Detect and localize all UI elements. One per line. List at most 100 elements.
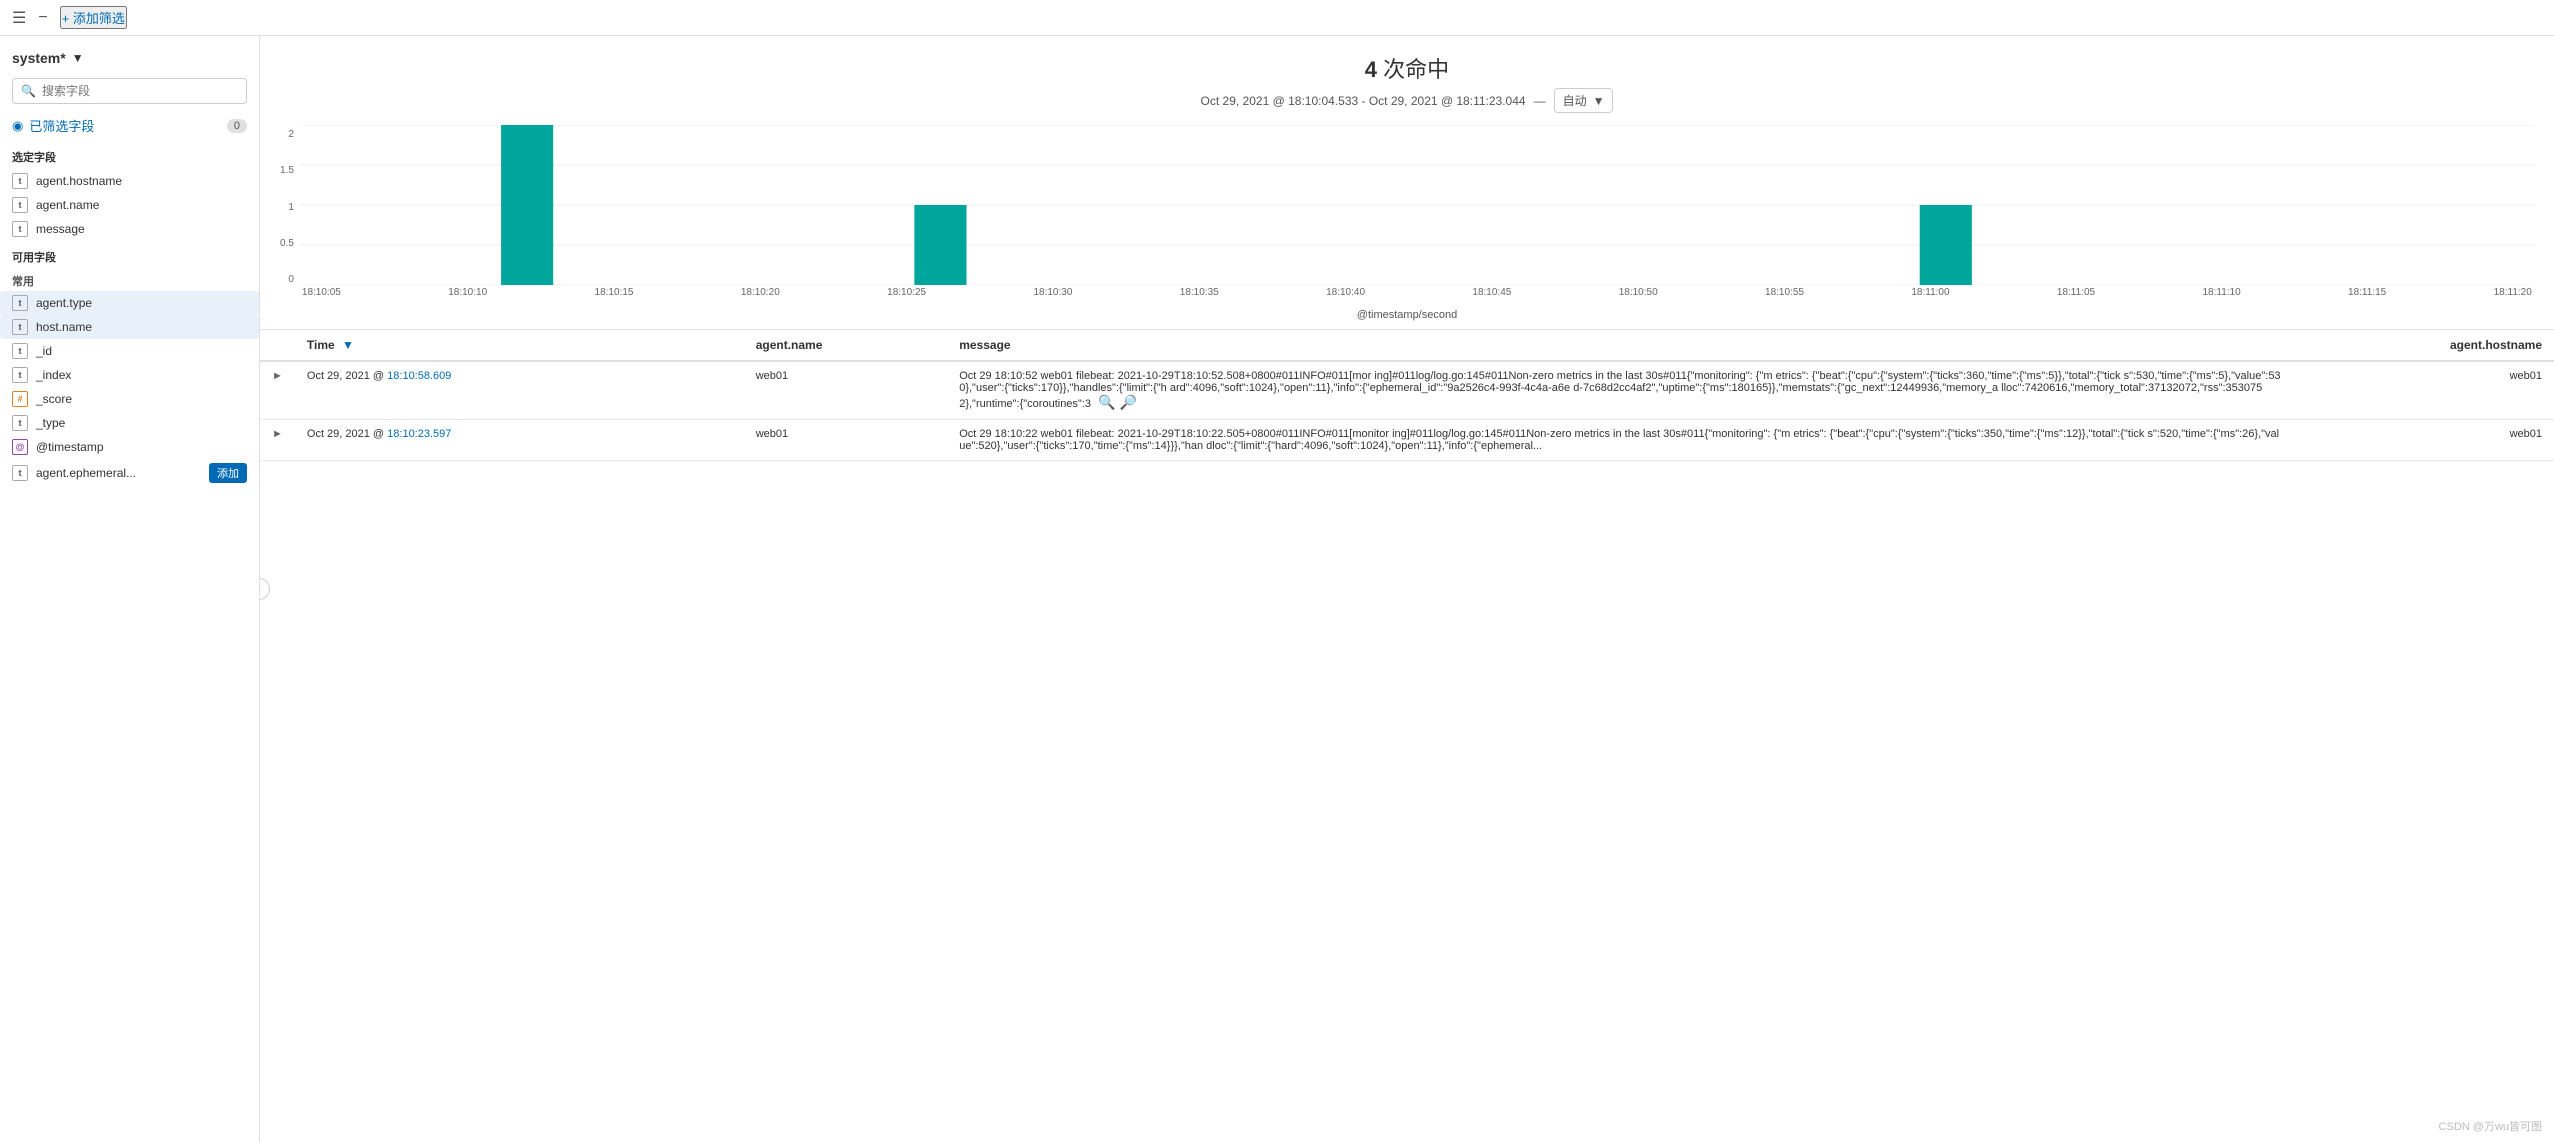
hostname-cell: web01 [2294,420,2554,461]
available-fields-label: 可用字段 [0,241,259,269]
minus-icon[interactable]: − [38,9,47,27]
field-item-agent-name[interactable]: t agent.name [0,193,259,217]
field-item-id[interactable]: t _id [0,339,259,363]
main-content: ‹ 4 次命中 Oct 29, 2021 @ 18:10:04.533 - Oc… [260,36,2554,1142]
selected-fields-list: t agent.hostname t agent.name t message [0,169,259,241]
filter-icon: ◉ [12,118,23,134]
field-item-score[interactable]: # _score [0,387,259,411]
field-item-agent-ephemeral[interactable]: t agent.ephemeral... 添加 [0,459,259,487]
field-item-type[interactable]: t _type [0,411,259,435]
filter-row[interactable]: ◉ 已筛选字段 0 [0,110,259,141]
sidebar: system* ▼ 🔍 ◉ 已筛选字段 0 选定字段 t agent.hostn… [0,36,260,1142]
chart-title: 4 次命中 [280,52,2534,84]
x-axis: 18:10:05 18:10:10 18:10:15 18:10:20 18:1… [300,287,2534,298]
field-label: host.name [36,320,92,334]
field-item-host-name[interactable]: t host.name [0,315,259,339]
field-item-timestamp[interactable]: @ @timestamp [0,435,259,459]
x-tick: 18:10:45 [1472,287,1511,298]
auto-selector[interactable]: 自动 ▼ [1554,88,1614,113]
system-label: system* [12,50,66,66]
chart-svg-container: 18:10:05 18:10:10 18:10:15 18:10:20 18:1… [300,125,2534,305]
table-header-row: Time ▼ agent.name message agent.hostname [260,330,2554,361]
chart-subtitle: Oct 29, 2021 @ 18:10:04.533 - Oct 29, 20… [280,88,2534,113]
results-table: Time ▼ agent.name message agent.hostname… [260,330,2554,461]
expand-cell[interactable]: ► [260,420,295,461]
field-type-t: t [12,221,28,237]
y-tick: 0 [288,274,294,285]
x-tick: 18:10:05 [302,287,341,298]
hits-count: 4 [1365,57,1377,82]
x-tick: 18:11:00 [1911,287,1949,298]
x-tick: 18:10:35 [1180,287,1219,298]
x-tick: 18:10:20 [741,287,780,298]
time-col-label: Time [307,338,335,352]
chart-x-label: @timestamp/second [280,309,2534,321]
field-label: agent.ephemeral... [36,466,136,480]
x-tick: 18:10:40 [1326,287,1365,298]
field-item-agent-hostname[interactable]: t agent.hostname [0,169,259,193]
top-bar: ☰ − + 添加筛选 [0,0,2554,36]
sort-icon[interactable]: ▼ [342,338,354,352]
x-tick: 18:10:10 [448,287,487,298]
hostname-cell: web01 [2294,361,2554,420]
hits-label: 次命中 [1383,57,1449,82]
system-selector[interactable]: system* ▼ [0,44,259,72]
y-tick: 1 [288,202,294,213]
x-tick: 18:10:15 [595,287,634,298]
message-cell: Oct 29 18:10:52 web01 filebeat: 2021-10-… [947,361,2293,420]
chart-area: 4 次命中 Oct 29, 2021 @ 18:10:04.533 - Oct … [260,36,2554,330]
y-tick: 2 [288,129,294,140]
hostname-col-header: agent.hostname [2294,330,2554,361]
menu-icon[interactable]: ☰ [12,8,26,28]
field-label: agent.hostname [36,174,122,188]
filter-count: 0 [227,119,247,133]
field-label: message [36,222,85,236]
field-type-hash: # [12,391,28,407]
row-icons: 🔍 🔎 [1098,394,1137,411]
dash: — [1534,94,1546,108]
table-area: Time ▼ agent.name message agent.hostname… [260,330,2554,1142]
main-layout: system* ▼ 🔍 ◉ 已筛选字段 0 选定字段 t agent.hostn… [0,36,2554,1142]
search-icon: 🔍 [21,84,36,98]
field-type-t: t [12,173,28,189]
filter-label: 已筛选字段 [29,116,94,135]
expand-cell[interactable]: ► [260,361,295,420]
chart-svg [300,125,2534,285]
timestamp-value: Oct 29, 2021 @ 18:10:23.597 [307,428,452,440]
add-filter-button[interactable]: + 添加筛选 [60,6,127,29]
field-label: agent.name [36,198,99,212]
expand-col-header [260,330,295,361]
field-type-t: t [12,197,28,213]
field-item-message[interactable]: t message [0,217,259,241]
field-type-t: t [12,343,28,359]
zoom-in-icon[interactable]: 🔍 [1098,394,1115,411]
field-type-t: t [12,465,28,481]
zoom-out-icon[interactable]: 🔎 [1120,394,1137,411]
agent-name-cell: web01 [744,420,948,461]
field-label: _id [36,344,52,358]
y-axis: 2 1.5 1 0.5 0 [280,125,300,305]
table-row: ► Oct 29, 2021 @ 18:10:58.609 web01 Oct … [260,361,2554,420]
agent-name-col-header: agent.name [744,330,948,361]
table-row: ► Oct 29, 2021 @ 18:10:23.597 web01 Oct … [260,420,2554,461]
x-tick: 18:11:20 [2494,287,2532,298]
time-cell: Oct 29, 2021 @ 18:10:23.597 [295,420,744,461]
field-type-t: t [12,319,28,335]
y-tick: 0.5 [280,238,294,249]
y-tick: 1.5 [280,165,294,176]
field-item-index[interactable]: t _index [0,363,259,387]
search-input[interactable] [42,84,238,98]
field-label: _index [36,368,71,382]
field-type-t: t [12,295,28,311]
timestamp-value: Oct 29, 2021 @ 18:10:58.609 [307,370,452,382]
x-tick: 18:10:55 [1765,287,1804,298]
field-item-agent-type[interactable]: t agent.type [0,291,259,315]
auto-label: 自动 [1563,92,1587,109]
selected-fields-label: 选定字段 [0,141,259,169]
message-cell: Oct 29 18:10:22 web01 filebeat: 2021-10-… [947,420,2293,461]
x-tick: 18:10:25 [887,287,926,298]
add-field-button[interactable]: 添加 [209,463,247,483]
x-tick: 18:10:30 [1033,287,1072,298]
field-type-t: t [12,415,28,431]
x-tick: 18:10:50 [1619,287,1658,298]
